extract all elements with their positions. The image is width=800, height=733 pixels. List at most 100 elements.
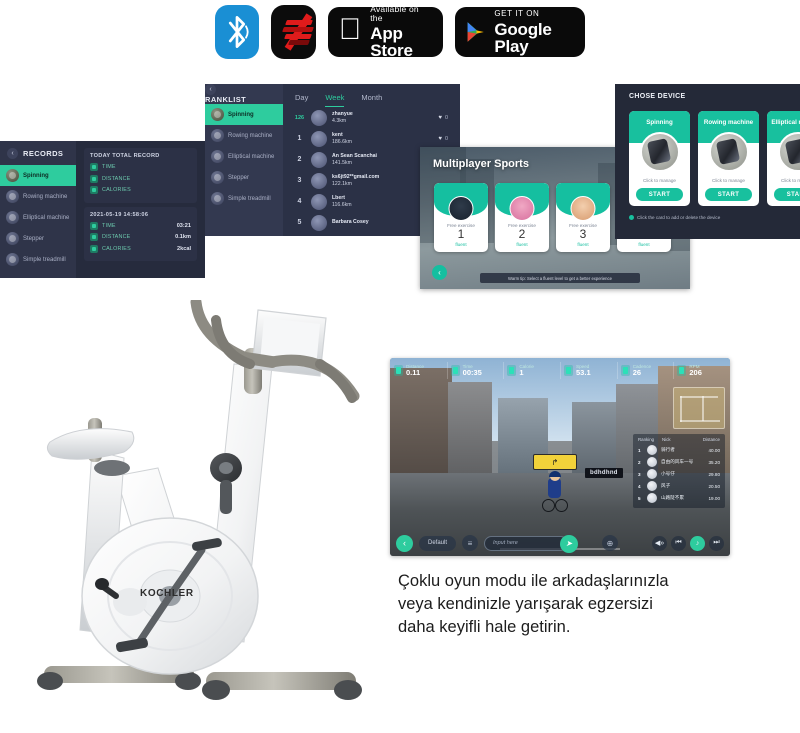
elliptical-icon bbox=[6, 211, 19, 224]
apple-logo-icon:  bbox=[339, 15, 362, 45]
ranking-name: 山路陡不累 bbox=[661, 495, 684, 500]
ranking-row: 3 小号仔 29.80 bbox=[636, 468, 722, 480]
previous-track-button[interactable]: ⏮ bbox=[671, 535, 687, 551]
marketing-caption: Çoklu oyun modu ile arkadaşlarınızla vey… bbox=[398, 570, 758, 638]
ranklist-header: ‹ RANKLIST bbox=[205, 84, 283, 104]
like-counter[interactable]: ♥ 0 bbox=[438, 136, 454, 142]
avatar bbox=[570, 196, 596, 221]
ranklist-row[interactable]: 1 kent 186.6km ♥ 0 bbox=[283, 128, 460, 149]
helmet-icon bbox=[549, 471, 561, 477]
device-card[interactable]: Rowing machine Click to manage START bbox=[698, 111, 759, 206]
stat-rpm: RPM 206 bbox=[673, 358, 730, 383]
bluetooth-badge[interactable] bbox=[215, 5, 260, 59]
globe-icon[interactable]: ⊕ bbox=[602, 535, 619, 551]
start-button[interactable]: START bbox=[774, 188, 800, 201]
ranking-col-header: Nick bbox=[662, 437, 671, 442]
sidebar-item-stepper[interactable]: Stepper bbox=[205, 167, 283, 188]
rank-distance: 186.6km bbox=[332, 138, 352, 145]
start-button[interactable]: START bbox=[705, 188, 752, 201]
settings-icon[interactable]: ≡ bbox=[462, 535, 479, 551]
sidebar-item-rowing[interactable]: Rowing machine bbox=[205, 125, 283, 146]
record-row: CALORIES 2kcal bbox=[90, 244, 191, 253]
sidebar-item-label: Stepper bbox=[23, 235, 45, 242]
game-ranking-overlay: Ranking Nick Distance 1 骑行者 40.00 2 自由的风… bbox=[633, 434, 725, 508]
player-card[interactable]: Free exercise 2 fluent bbox=[495, 183, 549, 252]
play-music-button[interactable]: ♪ bbox=[690, 535, 706, 551]
device-name: Rowing machine bbox=[703, 119, 754, 126]
ranking-position: 2 bbox=[638, 459, 641, 465]
player-card[interactable]: Free exercise 1 fluent bbox=[434, 183, 488, 252]
google-play-badge[interactable]: GET IT ON Google Play bbox=[454, 7, 585, 57]
ranking-row: 4 风子 20.50 bbox=[636, 480, 722, 492]
sidebar-item-elliptical[interactable]: Elliptical machine bbox=[0, 207, 76, 228]
tab-day[interactable]: Day bbox=[295, 93, 308, 107]
player-card[interactable]: Free exercise 3 fluent bbox=[556, 183, 610, 252]
elliptical-icon bbox=[211, 150, 224, 163]
back-icon[interactable]: ‹ bbox=[7, 148, 18, 159]
next-track-button[interactable]: ⏭ bbox=[709, 535, 725, 551]
avatar bbox=[647, 469, 657, 479]
stepper-icon bbox=[6, 232, 19, 245]
wheel-icon bbox=[555, 499, 568, 512]
device-name: Elliptical machine bbox=[771, 119, 800, 126]
ranking-row: 2 自由的风车一号 35.20 bbox=[636, 456, 722, 468]
send-button[interactable]: ➤ bbox=[560, 534, 579, 553]
rank-position: 126 bbox=[294, 114, 305, 121]
app-screenshot-collage: ‹ RECORDS Spinning Rowing machine Ellipt… bbox=[0, 84, 800, 299]
player-avatar-cyclist bbox=[542, 471, 568, 512]
device-panel-title: CHOSE DEVICE bbox=[629, 93, 686, 100]
record-row: CALORIES bbox=[90, 186, 191, 194]
tab-week[interactable]: Week bbox=[325, 93, 345, 107]
app-store-badge[interactable]:  Available on the App Store bbox=[327, 5, 443, 59]
sidebar-item-treadmill[interactable]: Simple treadmill bbox=[0, 249, 76, 270]
map-path bbox=[702, 396, 704, 421]
record-label: TIME bbox=[102, 164, 116, 170]
card-fluent-label: fluent bbox=[455, 242, 467, 248]
distance-icon bbox=[90, 174, 98, 183]
sidebar-item-stepper[interactable]: Stepper bbox=[0, 228, 76, 249]
chat-input[interactable]: Input here ➤ bbox=[484, 534, 579, 553]
record-label: DISTANCE bbox=[102, 175, 131, 182]
device-hint: Click the card to add or delete the devi… bbox=[615, 206, 800, 220]
sidebar-item-treadmill[interactable]: Simple treadmill bbox=[205, 188, 283, 209]
course-minimap[interactable] bbox=[673, 387, 725, 429]
mode-selector[interactable]: Default bbox=[419, 535, 457, 551]
ranking-name: 自由的风车一号 bbox=[661, 459, 694, 464]
card-fluent-label: fluent bbox=[516, 242, 528, 248]
ranking-position: 3 bbox=[638, 471, 641, 477]
rank-position: 1 bbox=[297, 135, 302, 142]
records-title: RECORDS bbox=[23, 149, 64, 158]
like-counter[interactable]: ♥ 0 bbox=[438, 115, 454, 121]
distance-icon bbox=[394, 365, 403, 376]
map-path bbox=[680, 396, 718, 398]
stat-value: 0.11 bbox=[406, 367, 421, 377]
start-button[interactable]: START bbox=[636, 188, 683, 201]
like-count: 0 bbox=[444, 114, 448, 121]
heart-icon: ♥ bbox=[438, 135, 442, 142]
avatar bbox=[311, 151, 327, 168]
today-total-record-card: TODAY TOTAL RECORD TIME DISTANCE CALORIE… bbox=[84, 148, 197, 203]
sidebar-item-elliptical[interactable]: Elliptical machine bbox=[205, 146, 283, 167]
treadmill-icon bbox=[6, 253, 19, 266]
cadence-icon bbox=[620, 365, 630, 376]
volume-button[interactable]: ◀» bbox=[652, 535, 668, 551]
sidebar-item-rowing[interactable]: Rowing machine bbox=[0, 186, 76, 207]
back-button[interactable]: ‹ bbox=[396, 534, 413, 552]
map-path bbox=[680, 396, 682, 422]
ranking-position: 5 bbox=[638, 495, 641, 501]
back-icon[interactable]: ‹ bbox=[205, 84, 216, 95]
card-header bbox=[434, 183, 488, 221]
brand-app-badge[interactable] bbox=[271, 5, 316, 59]
device-card[interactable]: Elliptical machine Click to manage START bbox=[767, 111, 800, 206]
ranklist-row[interactable]: 126 zhanyue 4.3km ♥ 0 bbox=[283, 107, 460, 128]
record-row: DISTANCE bbox=[90, 174, 191, 183]
sidebar-item-spinning[interactable]: Spinning bbox=[0, 165, 76, 186]
brand-bar-icon bbox=[282, 27, 315, 32]
brand-diagonal-icon bbox=[285, 13, 313, 51]
distance-icon bbox=[90, 233, 98, 241]
sign-glyph: ↱ bbox=[551, 457, 559, 467]
sidebar-item-spinning[interactable]: Spinning bbox=[205, 104, 283, 125]
back-icon[interactable]: ‹ bbox=[432, 265, 447, 280]
tab-month[interactable]: Month bbox=[361, 93, 382, 107]
device-card[interactable]: Spinning Click to manage START bbox=[629, 111, 690, 206]
